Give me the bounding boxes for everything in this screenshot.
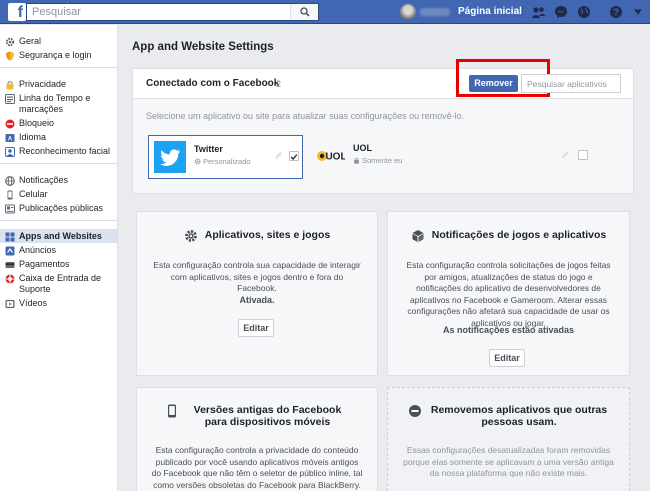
language-icon: A (4, 132, 15, 143)
edit-button[interactable]: Editar (489, 349, 525, 367)
sidebar-item-mobile[interactable]: Celular (0, 187, 117, 201)
app-name: UOL (353, 143, 372, 153)
card-header: Versões antigas do Facebook para disposi… (137, 404, 377, 428)
mobile-icon (4, 189, 15, 200)
svg-text:?: ? (613, 8, 619, 19)
globe-icon (4, 175, 15, 186)
facebook-logo[interactable]: f (8, 3, 26, 21)
username-redacted[interactable] (420, 8, 450, 16)
face-icon (4, 146, 15, 157)
avatar[interactable] (400, 4, 416, 20)
game-app-notifications-card: Notificações de jogos e aplicativos Esta… (387, 211, 630, 376)
sidebar-group-account: Geral Segurança e login (0, 25, 117, 68)
divider (522, 6, 523, 19)
edit-button[interactable]: Editar (238, 319, 274, 337)
app-privacy: Somente eu (353, 156, 402, 165)
sidebar-item-privacy[interactable]: Privacidade (0, 77, 117, 91)
pencil-icon[interactable] (561, 150, 571, 160)
svg-text:A: A (7, 136, 12, 142)
timeline-icon (4, 93, 15, 104)
select-checkbox[interactable] (289, 151, 299, 161)
mobile-icon (165, 404, 179, 418)
card-header: Notificações de jogos e aplicativos (388, 229, 629, 243)
card-description: Esta configuração controla solicitações … (406, 260, 611, 328)
account-menu-icon[interactable] (630, 4, 646, 20)
sidebar-item-payments[interactable]: Pagamentos (0, 257, 117, 271)
connected-apps-title: Conectado com o Facebook (146, 78, 280, 89)
card-header: Aplicativos, sites e jogos (137, 229, 377, 243)
search-input[interactable] (27, 4, 287, 20)
connected-apps-panel: Conectado com o Facebook 2 Remover Selec… (132, 59, 634, 194)
sidebar-item-general[interactable]: Geral (0, 34, 117, 48)
public-posts-icon (4, 203, 15, 214)
lock-icon (354, 157, 359, 164)
sidebar-item-videos[interactable]: Vídeos (0, 296, 117, 310)
card-status: Ativada. (239, 295, 275, 305)
sidebar-item-apps-websites[interactable]: Apps and Websites (0, 229, 117, 243)
twitter-logo (154, 141, 186, 173)
card-description: Essas configurações desatualizadas foram… (403, 445, 614, 478)
settings-sidebar: Geral Segurança e login Privacidade Linh… (0, 25, 118, 491)
app-privacy: Personalizado (194, 157, 251, 166)
connected-apps-header: Conectado com o Facebook 2 Remover (133, 59, 633, 99)
sidebar-item-blocking[interactable]: Bloqueio (0, 116, 117, 130)
card-description: Esta configuração controla sua capacidad… (153, 260, 361, 293)
search-box (26, 3, 319, 21)
block-icon (4, 118, 15, 129)
sidebar-item-language[interactable]: A Idioma (0, 130, 117, 144)
apps-icon (4, 231, 15, 242)
minus-circle-icon (408, 404, 422, 418)
payments-icon (4, 259, 15, 270)
cube-icon (411, 229, 425, 243)
home-link[interactable]: Página inicial (458, 6, 522, 17)
sidebar-group-privacy: Privacidade Linha do Tempo e marcações B… (0, 68, 117, 164)
top-navigation-bar: f Página inicial ? (0, 0, 650, 24)
connected-apps-hint: Selecione um aplicativo ou site para atu… (146, 111, 465, 121)
support-inbox-icon (4, 273, 15, 284)
card-header: Removemos aplicativos que outras pessoas… (388, 404, 629, 428)
sidebar-group-notifications: Notificações Celular Publicações pública… (0, 164, 117, 221)
sidebar-item-public-posts[interactable]: Publicações públicas (0, 201, 117, 215)
card-description: Esta configuração controla a privacidade… (151, 445, 363, 490)
pencil-icon[interactable] (274, 151, 284, 161)
card-status: As notificações estão ativadas (442, 325, 575, 335)
shield-icon (4, 50, 15, 61)
help-icon[interactable]: ? (608, 4, 624, 20)
friend-requests-icon[interactable] (530, 4, 546, 20)
gear-icon (184, 229, 198, 243)
remove-button[interactable]: Remover (469, 75, 518, 92)
globe-notifications-icon[interactable] (576, 4, 592, 20)
app-name: Twitter (194, 144, 223, 154)
search-apps-input[interactable] (521, 74, 621, 93)
svg-text:UOL: UOL (325, 152, 345, 163)
videos-icon (4, 298, 15, 309)
old-mobile-versions-card: Versões antigas do Facebook para disposi… (136, 387, 378, 491)
search-icon (299, 7, 310, 17)
gear-icon (4, 36, 15, 47)
app-tile-twitter[interactable]: Twitter Personalizado (148, 135, 303, 179)
page-title: App and Website Settings (132, 41, 274, 53)
ads-icon (4, 245, 15, 256)
removed-apps-card: Removemos aplicativos que outras pessoas… (387, 387, 630, 491)
sidebar-item-face-recognition[interactable]: Reconhecimento facial (0, 144, 117, 158)
app-tile-uol[interactable]: UOL UOL Somente eu (308, 135, 588, 179)
sidebar-item-timeline[interactable]: Linha do Tempo e marcações (0, 91, 117, 116)
apps-sites-games-card: Aplicativos, sites e jogos Esta configur… (136, 211, 378, 376)
sidebar-item-security[interactable]: Segurança e login (0, 48, 117, 62)
lock-icon (4, 79, 15, 90)
uol-logo: UOL (313, 140, 347, 172)
connected-apps-count: 2 (276, 79, 282, 89)
messenger-icon[interactable] (553, 4, 569, 20)
search-button[interactable] (290, 4, 318, 20)
gear-icon (194, 158, 201, 165)
sidebar-item-notifications[interactable]: Notificações (0, 173, 117, 187)
select-checkbox[interactable] (578, 150, 588, 160)
sidebar-item-ads[interactable]: Anúncios (0, 243, 117, 257)
sidebar-group-apps: Apps and Websites Anúncios Pagamentos Ca… (0, 221, 117, 310)
sidebar-item-support-inbox[interactable]: Caixa de Entrada de Suporte (0, 271, 117, 296)
